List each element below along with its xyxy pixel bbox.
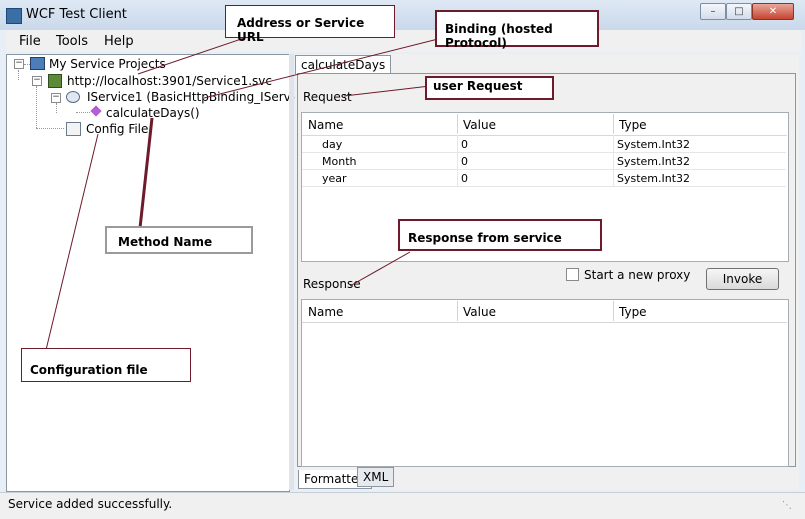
annotation-config: Configuration file (21, 348, 191, 382)
leader-request (343, 85, 431, 97)
leader-method (138, 117, 154, 229)
annotation-user-request: user Request (425, 76, 554, 100)
annotation-lines (45, 31, 447, 351)
leader-response (349, 251, 411, 287)
annotation-method-name: Method Name (105, 226, 253, 254)
annotation-response: Response from service (398, 219, 602, 251)
annotation-address: Address or Service URL (225, 5, 395, 44)
leader-config (45, 133, 99, 351)
annotation-binding: Binding (hosted Protocol) (435, 10, 599, 50)
